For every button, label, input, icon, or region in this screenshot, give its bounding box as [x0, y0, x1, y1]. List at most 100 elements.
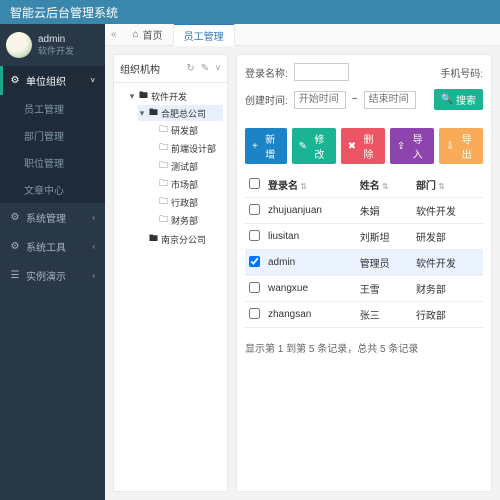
folder-icon: 🖿: [149, 231, 158, 247]
cell-dept: 行政部: [412, 302, 483, 328]
pagination-info: 显示第 1 到第 5 条记录，总共 5 条记录: [245, 336, 483, 355]
cell-name: 刘斯坦: [356, 224, 412, 250]
nav-item-0-3[interactable]: 文章中心: [0, 176, 105, 203]
search-label: 搜索: [456, 92, 476, 107]
org-tree-panel: 组织机构 ↻ ✎ ˅ ▾🖿软件开发▾🖿合肥总公司🗀研发部 🗀前端设计部 🗀测试部 🗀市…: [113, 54, 228, 492]
tree-title: 组织机构: [120, 61, 160, 76]
cell-dept: 软件开发: [412, 198, 483, 224]
col-login[interactable]: 登录名: [264, 172, 356, 198]
end-time-input[interactable]: [364, 91, 416, 109]
tree-edit-icon[interactable]: ✎: [201, 63, 209, 74]
table-row[interactable]: zhujuanjuan朱娟软件开发: [245, 198, 483, 224]
cell-login: zhangsan: [264, 302, 356, 328]
tree-node[interactable]: 🗀行政部: [148, 194, 223, 210]
nav-item-0-2[interactable]: 职位管理: [0, 149, 105, 176]
nav-group-3[interactable]: ☰实例演示‹: [0, 261, 105, 290]
tree-toggle-icon[interactable]: ▾: [138, 108, 146, 119]
cell-login: admin: [264, 250, 356, 276]
tree-node[interactable]: ▾🖿合肥总公司: [138, 105, 223, 121]
tree-toggle-icon[interactable]: ▾: [128, 91, 136, 102]
select-all-checkbox[interactable]: [249, 178, 260, 189]
tree-node[interactable]: 🗀测试部: [148, 158, 223, 174]
row-checkbox[interactable]: [249, 308, 260, 319]
tab-1[interactable]: 员工管理: [174, 24, 235, 46]
app-title: 智能云后台管理系统: [10, 4, 118, 21]
tree-node[interactable]: 🗀前端设计部: [148, 140, 223, 156]
row-checkbox[interactable]: [249, 256, 260, 267]
folder-icon: 🖿: [139, 88, 148, 104]
home-icon: ⌂: [133, 29, 139, 40]
tab-scroll-left[interactable]: «: [105, 29, 123, 40]
table-row[interactable]: admin管理员软件开发: [245, 250, 483, 276]
row-checkbox[interactable]: [249, 204, 260, 215]
search-button[interactable]: 🔍 搜索: [434, 89, 483, 110]
range-dash: ~: [352, 94, 358, 105]
tree-refresh-icon[interactable]: ↻: [186, 63, 194, 74]
nav-item-0-1[interactable]: 部门管理: [0, 122, 105, 149]
table-row[interactable]: zhangsan张三行政部: [245, 302, 483, 328]
cell-login: zhujuanjuan: [264, 198, 356, 224]
search-row-2: 创建时间: ~ 🔍 搜索: [245, 89, 483, 110]
tree-node[interactable]: 🗀市场部: [148, 176, 223, 192]
nav-group-2[interactable]: ⚙系统工具‹: [0, 232, 105, 261]
avatar: [6, 32, 32, 58]
user-name: admin: [38, 34, 74, 46]
search-icon: 🔍: [441, 94, 453, 105]
table-row[interactable]: liusitan刘斯坦研发部: [245, 224, 483, 250]
row-checkbox[interactable]: [249, 230, 260, 241]
chevron-left-icon: ‹: [92, 213, 95, 222]
chevron-down-icon: ˅: [90, 76, 95, 85]
chevron-left-icon: ‹: [92, 242, 95, 251]
tree-body: ▾🖿软件开发▾🖿合肥总公司🗀研发部 🗀前端设计部 🗀测试部 🗀市场部 🗀行政部 🗀财务部 🖿…: [114, 83, 227, 253]
cell-dept: 软件开发: [412, 250, 483, 276]
tree-collapse-icon[interactable]: ˅: [215, 63, 221, 74]
main-panel: 登录名称: 手机号码: 创建时间: ~ 🔍 搜索: [236, 54, 492, 492]
user-block: admin 软件开发: [0, 24, 105, 66]
close-icon: ✖: [348, 141, 356, 152]
employee-table: 登录名 姓名 部门 zhujuanjuan朱娟软件开发liusitan刘斯坦研发…: [245, 172, 483, 328]
tree-node[interactable]: 🗀财务部: [148, 212, 223, 228]
content-area: « ⌂首页员工管理 组织机构 ↻ ✎ ˅ ▾🖿软件开发▾🖿合肥总公司🗀研发部🗀前…: [105, 24, 500, 500]
nav-icon: ☰: [10, 270, 20, 281]
folder-icon: 🗀: [159, 122, 168, 138]
cell-login: wangxue: [264, 276, 356, 302]
tree-node[interactable]: 🖿南京分公司: [138, 231, 223, 247]
mobile-label: 手机号码:: [440, 65, 483, 80]
folder-icon: 🗀: [159, 158, 168, 174]
table-row[interactable]: wangxue王雪财务部: [245, 276, 483, 302]
import-button[interactable]: ⇪导入: [390, 128, 434, 164]
upload-icon: ⇪: [397, 141, 405, 152]
user-role: 软件开发: [38, 46, 74, 57]
cell-name: 朱娟: [356, 198, 412, 224]
tree-node[interactable]: 🗀研发部: [148, 122, 223, 138]
edit-icon: ✎: [299, 141, 307, 152]
nav: ⚙单位组织˅员工管理部门管理职位管理文章中心⚙系统管理‹⚙系统工具‹☰实例演示‹: [0, 66, 105, 290]
cell-login: liusitan: [264, 224, 356, 250]
folder-icon: 🗀: [159, 140, 168, 156]
col-dept[interactable]: 部门: [412, 172, 483, 198]
export-button[interactable]: ⇩导出: [439, 128, 483, 164]
add-button[interactable]: +新增: [245, 128, 287, 164]
action-toolbar: +新增 ✎修改 ✖删除 ⇪导入 ⇩导出: [245, 128, 483, 164]
row-checkbox[interactable]: [249, 282, 260, 293]
folder-icon: 🗀: [159, 194, 168, 210]
start-time-input[interactable]: [294, 91, 346, 109]
top-header: 智能云后台管理系统: [0, 0, 500, 24]
login-label: 登录名称:: [245, 65, 288, 80]
nav-group-1[interactable]: ⚙系统管理‹: [0, 203, 105, 232]
nav-icon: ⚙: [10, 75, 20, 86]
nav-item-0-0[interactable]: 员工管理: [0, 95, 105, 122]
cell-name: 张三: [356, 302, 412, 328]
edit-button[interactable]: ✎修改: [292, 128, 336, 164]
plus-icon: +: [252, 141, 258, 152]
tab-0[interactable]: ⌂首页: [123, 24, 174, 46]
col-name[interactable]: 姓名: [356, 172, 412, 198]
cell-name: 管理员: [356, 250, 412, 276]
nav-group-0[interactable]: ⚙单位组织˅: [0, 66, 105, 95]
login-input[interactable]: [294, 63, 349, 81]
delete-button[interactable]: ✖删除: [341, 128, 385, 164]
tree-node[interactable]: ▾🖿软件开发: [128, 88, 223, 104]
search-row-1: 登录名称: 手机号码:: [245, 63, 483, 81]
folder-icon: 🗀: [159, 176, 168, 192]
nav-icon: ⚙: [10, 241, 20, 252]
